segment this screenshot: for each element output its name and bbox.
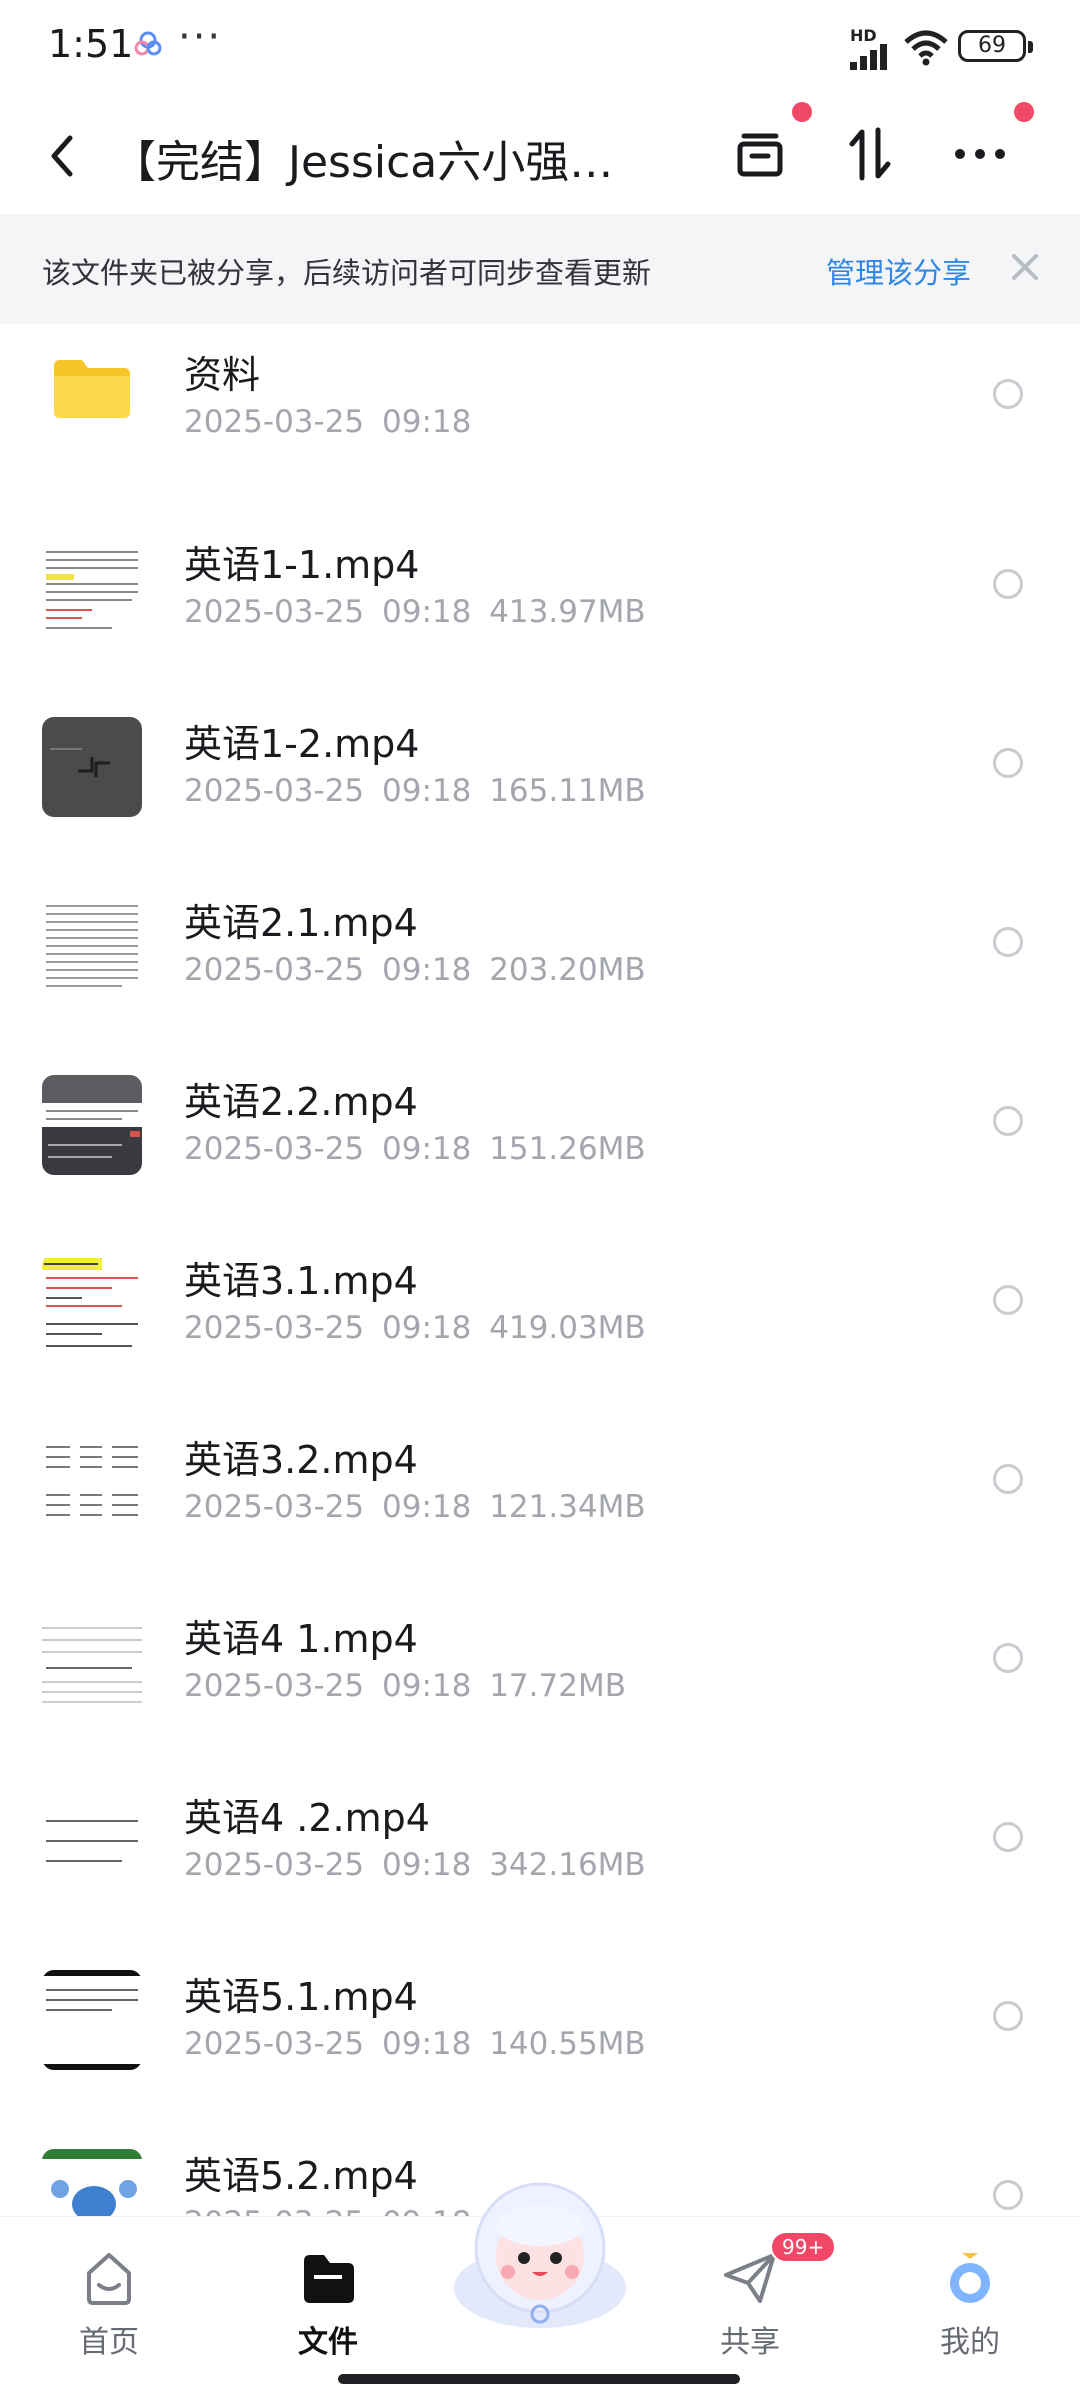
folder-icon (42, 338, 142, 438)
home-icon (87, 2253, 131, 2305)
status-more-icon: ··· (178, 14, 223, 60)
cloud-app-icon (134, 31, 162, 56)
nav-home[interactable]: 首页 (29, 2235, 189, 2365)
back-icon[interactable] (40, 126, 84, 186)
file-meta: 2025-03-25 09:18 121.34MB (184, 1489, 646, 1525)
nav-share[interactable]: 99+ 共享 (670, 2231, 837, 2365)
page-title: 【完结】Jessica六小强高… (112, 137, 642, 188)
nav-files[interactable]: 文件 (248, 2235, 408, 2365)
assistant-mascot-icon[interactable] (440, 2168, 640, 2338)
select-radio[interactable] (993, 1464, 1023, 1494)
select-radio[interactable] (993, 1106, 1023, 1136)
file-meta: 2025-03-25 09:18 342.16MB (184, 1847, 646, 1883)
status-bar: 1:51 ··· HD 69 (0, 0, 1080, 96)
video-thumbnail (42, 1433, 142, 1533)
wifi-icon (904, 30, 948, 66)
file-name: 英语3.2.mp4 (184, 1438, 418, 1482)
profile-icon (950, 2253, 990, 2303)
list-item[interactable]: 英语2.1.mp4 2025-03-25 09:18 203.20MB (0, 852, 1080, 1031)
file-meta: 2025-03-25 09:18 17.72MB (184, 1668, 626, 1704)
select-radio[interactable] (993, 1822, 1023, 1852)
list-item[interactable]: 资料 2025-03-25 09:18 (0, 324, 1080, 494)
file-meta: 2025-03-25 09:18 (184, 404, 472, 440)
share-notice-banner: 该文件夹已被分享，后续访问者可同步查看更新 管理该分享 (0, 214, 1080, 324)
list-item[interactable]: 英语4 .2.mp4 2025-03-25 09:18 342.16MB (0, 1747, 1080, 1926)
file-list: 资料 2025-03-25 09:18 英语1-1.mp4 2025-03-25… (0, 324, 1080, 2284)
more-icon[interactable] (950, 122, 1010, 186)
select-radio[interactable] (993, 1643, 1023, 1673)
file-name: 英语3.1.mp4 (184, 1259, 418, 1303)
file-name: 英语4 .2.mp4 (184, 1796, 430, 1840)
video-thumbnail (42, 1075, 142, 1175)
file-name: 英语2.1.mp4 (184, 901, 418, 945)
file-name: 英语2.2.mp4 (184, 1080, 418, 1124)
folder-icon (304, 2255, 354, 2303)
select-radio[interactable] (993, 1285, 1023, 1315)
home-indicator[interactable] (338, 2374, 740, 2384)
file-meta: 2025-03-25 09:18 203.20MB (184, 952, 646, 988)
list-item[interactable]: 英语4 1.mp4 2025-03-25 09:18 17.72MB (0, 1568, 1080, 1747)
list-item[interactable]: 英语1-2.mp4 2025-03-25 09:18 165.11MB (0, 673, 1080, 852)
more-notification-dot (1014, 102, 1034, 122)
file-name: 英语5.1.mp4 (184, 1975, 418, 2019)
close-icon[interactable] (1006, 248, 1044, 286)
list-item[interactable]: 英语3.1.mp4 2025-03-25 09:18 419.03MB (0, 1210, 1080, 1389)
hd-indicator: HD (850, 26, 877, 45)
file-name: 资料 (184, 353, 261, 397)
nav-home-label: 首页 (79, 2325, 139, 2360)
select-radio[interactable] (993, 2001, 1023, 2031)
select-radio[interactable] (993, 2180, 1023, 2210)
file-meta: 2025-03-25 09:18 140.55MB (184, 2026, 646, 2062)
status-time: 1:51 (48, 22, 134, 66)
video-thumbnail (42, 1970, 142, 2070)
nav-mine-label: 我的 (940, 2325, 1000, 2360)
file-name: 英语5.2.mp4 (184, 2154, 418, 2198)
file-meta: 2025-03-25 09:18 413.97MB (184, 594, 646, 630)
nav-mine[interactable]: 我的 (890, 2235, 1050, 2365)
list-item[interactable]: 英语3.2.mp4 2025-03-25 09:18 121.34MB (0, 1389, 1080, 1568)
file-name: 英语4 1.mp4 (184, 1617, 418, 1661)
file-name: 英语1-1.mp4 (184, 543, 420, 587)
video-thumbnail (42, 1254, 142, 1354)
list-item[interactable]: 英语1-1.mp4 2025-03-25 09:18 413.97MB (0, 494, 1080, 673)
file-meta: 2025-03-25 09:18 165.11MB (184, 773, 646, 809)
battery-icon: 69 (958, 30, 1033, 62)
list-item[interactable]: 英语2.2.mp4 2025-03-25 09:18 151.26MB (0, 1031, 1080, 1210)
signal-icon (850, 44, 887, 70)
video-thumbnail (42, 1791, 142, 1891)
share-notice-text: 该文件夹已被分享，后续访问者可同步查看更新 (42, 256, 652, 290)
select-radio[interactable] (993, 927, 1023, 957)
file-meta: 2025-03-25 09:18 419.03MB (184, 1310, 646, 1346)
file-meta: 2025-03-25 09:18 151.26MB (184, 1131, 646, 1167)
header: 【完结】Jessica六小强高… (0, 96, 1080, 212)
list-item[interactable]: 英语5.1.mp4 2025-03-25 09:18 140.55MB (0, 1926, 1080, 2105)
sort-icon[interactable] (840, 122, 900, 186)
share-badge: 99+ (770, 2231, 837, 2263)
archive-notification-dot (792, 102, 812, 122)
video-thumbnail (42, 896, 142, 996)
select-radio[interactable] (993, 569, 1023, 599)
video-thumbnail (42, 717, 142, 817)
nav-files-label: 文件 (298, 2325, 358, 2360)
video-thumbnail (42, 538, 142, 638)
video-thumbnail (42, 1612, 142, 1712)
select-radio[interactable] (993, 748, 1023, 778)
select-radio[interactable] (993, 379, 1023, 409)
file-name: 英语1-2.mp4 (184, 722, 420, 766)
archive-icon[interactable] (730, 122, 790, 186)
manage-share-link[interactable]: 管理该分享 (826, 250, 971, 292)
nav-share-label: 共享 (720, 2325, 780, 2360)
